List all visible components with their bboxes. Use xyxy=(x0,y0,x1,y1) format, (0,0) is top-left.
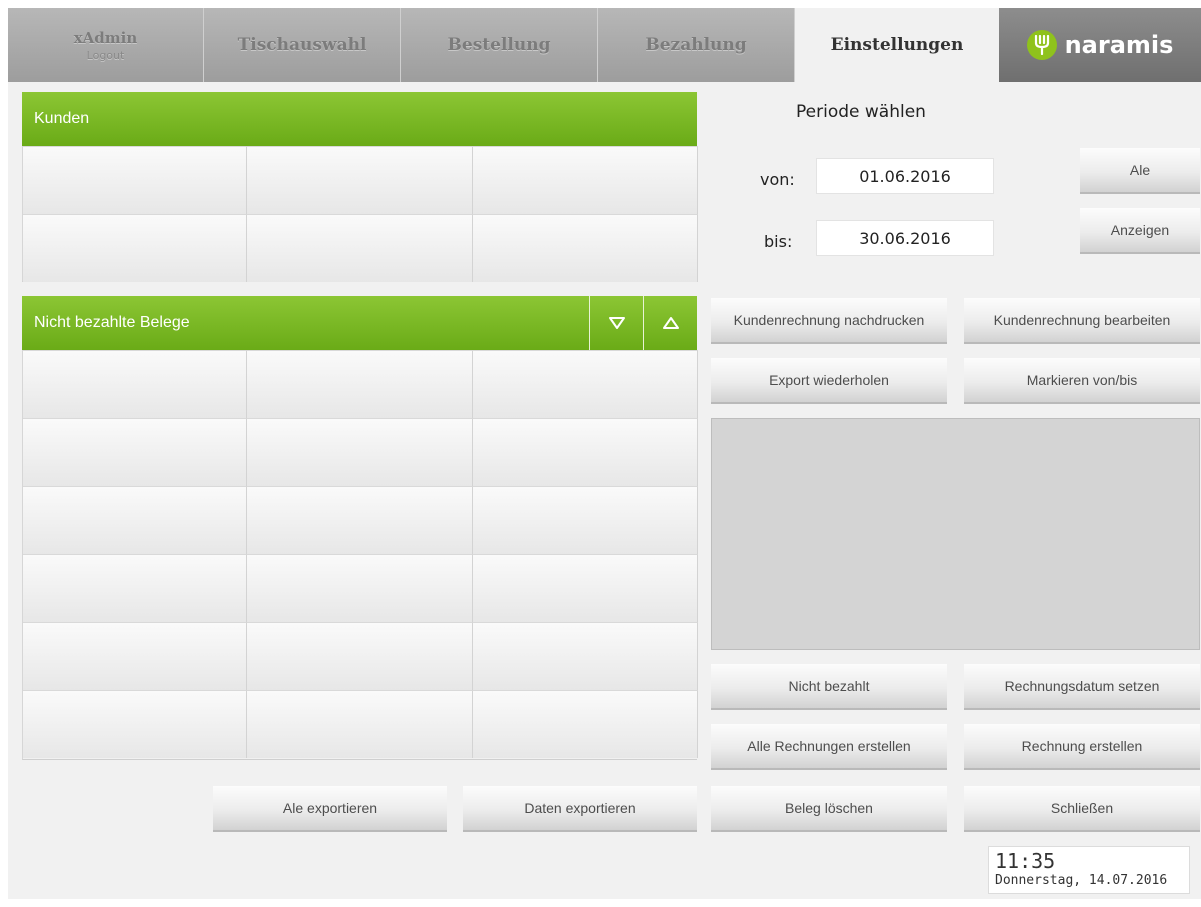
customers-table xyxy=(22,146,698,282)
table-cell[interactable] xyxy=(23,350,247,418)
clock-display: 11:35 Donnerstag, 14.07.2016 xyxy=(988,846,1190,894)
tab-tischauswahl[interactable]: Tischauswahl xyxy=(204,8,401,82)
clock-date: Donnerstag, 14.07.2016 xyxy=(995,873,1168,888)
tab-bar: xAdmin Logout Tischauswahl Bestellung Be… xyxy=(8,8,1201,82)
tab-label: Bestellung xyxy=(447,35,551,55)
create-invoice-button[interactable]: Rechnung erstellen xyxy=(964,724,1200,770)
tab-label: Einstellungen xyxy=(830,35,964,55)
unpaid-header: Nicht bezahlte Belege xyxy=(22,296,697,350)
table-cell[interactable] xyxy=(247,146,473,214)
table-cell[interactable] xyxy=(473,146,698,214)
table-cell[interactable] xyxy=(23,418,247,486)
table-cell[interactable] xyxy=(473,214,698,282)
tab-label: Bezahlung xyxy=(645,35,747,55)
repeat-export-button[interactable]: Export wiederholen xyxy=(711,358,947,404)
unpaid-title: Nicht bezahlte Belege xyxy=(34,314,190,331)
table-cell[interactable] xyxy=(473,418,698,486)
table-cell[interactable] xyxy=(23,214,247,282)
tab-bezahlung[interactable]: Bezahlung xyxy=(598,8,795,82)
detail-list-box[interactable] xyxy=(711,418,1200,650)
logout-link[interactable]: Logout xyxy=(87,49,125,62)
from-date-field[interactable]: 01.06.2016 xyxy=(816,158,994,194)
not-paid-button[interactable]: Nicht bezahlt xyxy=(711,664,947,710)
set-invoice-date-button[interactable]: Rechnungsdatum setzen xyxy=(964,664,1200,710)
tab-bestellung[interactable]: Bestellung xyxy=(401,8,598,82)
table-cell[interactable] xyxy=(247,622,473,690)
unpaid-table xyxy=(22,350,698,760)
period-title: Periode wählen xyxy=(796,102,926,122)
edit-customer-invoice-button[interactable]: Kundenrechnung bearbeiten xyxy=(964,298,1200,344)
export-all-button[interactable]: Ale exportieren xyxy=(213,786,447,832)
table-cell[interactable] xyxy=(23,622,247,690)
delete-receipt-button[interactable]: Beleg löschen xyxy=(711,786,947,832)
table-cell[interactable] xyxy=(473,554,698,622)
to-date-field[interactable]: 30.06.2016 xyxy=(816,220,994,256)
mark-range-button[interactable]: Markieren von/bis xyxy=(964,358,1200,404)
all-button[interactable]: Ale xyxy=(1080,148,1200,194)
close-button[interactable]: Schließen xyxy=(964,786,1200,832)
table-cell[interactable] xyxy=(247,554,473,622)
triangle-up-outline-icon xyxy=(662,317,679,329)
triangle-down-outline-icon xyxy=(608,317,625,329)
clock-time: 11:35 xyxy=(995,849,1056,873)
app-window: xAdmin Logout Tischauswahl Bestellung Be… xyxy=(8,8,1201,899)
table-cell[interactable] xyxy=(473,350,698,418)
brand-name: naramis xyxy=(1064,31,1174,59)
user-name: xAdmin xyxy=(73,28,138,47)
table-cell[interactable] xyxy=(247,350,473,418)
fork-icon xyxy=(1026,30,1057,60)
table-cell[interactable] xyxy=(23,554,247,622)
create-all-invoices-button[interactable]: Alle Rechnungen erstellen xyxy=(711,724,947,770)
table-cell[interactable] xyxy=(23,146,247,214)
to-label: bis: xyxy=(764,232,793,251)
tab-label: Tischauswahl xyxy=(237,35,367,55)
table-cell[interactable] xyxy=(247,690,473,758)
export-data-button[interactable]: Daten exportieren xyxy=(463,786,697,832)
tab-user-logout[interactable]: xAdmin Logout xyxy=(8,8,204,82)
table-cell[interactable] xyxy=(247,486,473,554)
from-label: von: xyxy=(760,170,795,189)
table-cell[interactable] xyxy=(247,418,473,486)
table-cell[interactable] xyxy=(473,622,698,690)
table-cell[interactable] xyxy=(247,214,473,282)
customers-header: Kunden xyxy=(22,92,697,146)
customers-title: Kunden xyxy=(34,110,90,127)
sort-up-button[interactable] xyxy=(643,296,697,350)
reprint-customer-invoice-button[interactable]: Kundenrechnung nachdrucken xyxy=(711,298,947,344)
show-button[interactable]: Anzeigen xyxy=(1080,208,1200,254)
table-cell[interactable] xyxy=(23,690,247,758)
table-cell[interactable] xyxy=(473,690,698,758)
tab-einstellungen[interactable]: Einstellungen xyxy=(795,8,999,82)
table-cell[interactable] xyxy=(473,486,698,554)
table-cell[interactable] xyxy=(23,486,247,554)
brand-logo: naramis xyxy=(999,8,1201,82)
sort-down-button[interactable] xyxy=(589,296,643,350)
